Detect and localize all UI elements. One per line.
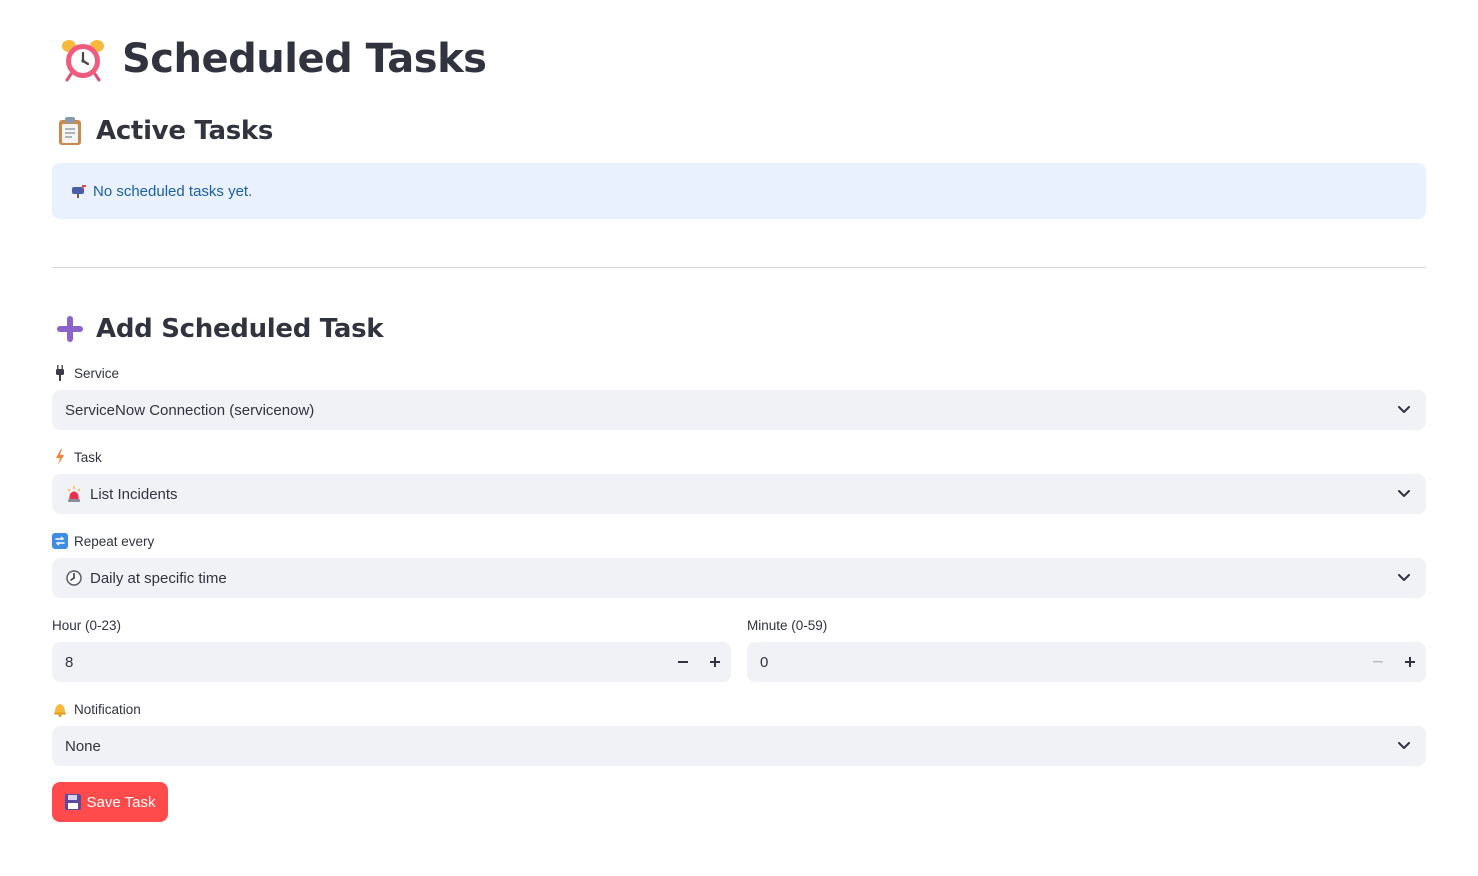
mailbox-icon [71,183,87,199]
notification-label-text: Notification [74,701,141,717]
bell-icon [52,701,68,717]
minute-increment-button[interactable] [1394,642,1426,682]
task-select[interactable]: List Incidents [52,474,1426,514]
notification-select[interactable]: None [52,726,1426,766]
hour-input[interactable]: 8 [52,642,731,682]
minute-label-text: Minute (0-59) [747,617,828,633]
notification-select-value: None [65,737,101,755]
task-select-value-wrap: List Incidents [65,485,178,503]
minute-input-value: 0 [760,653,769,671]
alarm-clock-icon [60,36,106,82]
repeat-select-value: Daily at specific time [90,569,227,587]
hour-increment-button[interactable] [699,642,731,682]
active-tasks-title: Active Tasks [96,116,274,146]
add-task-title: Add Scheduled Task [96,314,384,344]
empty-tasks-message: No scheduled tasks yet. [93,182,253,200]
repeat-icon [52,533,68,549]
service-label: Service [52,364,119,382]
page-header: Scheduled Tasks [60,30,487,88]
plus-icon [56,314,84,344]
repeat-select-value-wrap: Daily at specific time [65,569,227,587]
service-select-value: ServiceNow Connection (servicenow) [65,401,315,419]
hour-decrement-button[interactable] [667,642,699,682]
clipboard-icon [56,116,84,146]
task-select-value: List Incidents [90,485,178,503]
clock-icon [65,569,83,587]
page-title: Scheduled Tasks [122,36,487,82]
task-label: Task [52,448,102,466]
add-task-header: Add Scheduled Task [56,309,384,349]
chevron-down-icon [1396,570,1412,586]
section-divider [52,267,1426,268]
empty-tasks-alert: No scheduled tasks yet. [52,163,1426,219]
service-select[interactable]: ServiceNow Connection (servicenow) [52,390,1426,430]
chevron-down-icon [1396,486,1412,502]
minute-label: Minute (0-59) [747,616,827,634]
service-label-text: Service [74,365,120,381]
siren-icon [65,485,83,503]
task-label-text: Task [74,449,102,465]
repeat-label-text: Repeat every [74,533,155,549]
floppy-disk-icon [64,794,81,810]
save-task-button-label: Save Task [86,793,156,811]
hour-input-value: 8 [65,653,74,671]
hour-label-text: Hour (0-23) [52,617,122,633]
plug-icon [52,365,68,381]
hour-label: Hour (0-23) [52,616,121,634]
scheduled-tasks-page: Scheduled Tasks Active Tasks No schedule… [0,0,1478,876]
save-task-button[interactable]: Save Task [52,782,168,822]
chevron-down-icon [1396,402,1412,418]
notification-label: Notification [52,700,141,718]
repeat-label: Repeat every [52,532,154,550]
minute-input[interactable]: 0 [747,642,1426,682]
repeat-select[interactable]: Daily at specific time [52,558,1426,598]
lightning-icon [52,449,68,465]
active-tasks-header: Active Tasks [56,111,273,151]
minute-decrement-button[interactable] [1362,642,1394,682]
chevron-down-icon [1396,738,1412,754]
